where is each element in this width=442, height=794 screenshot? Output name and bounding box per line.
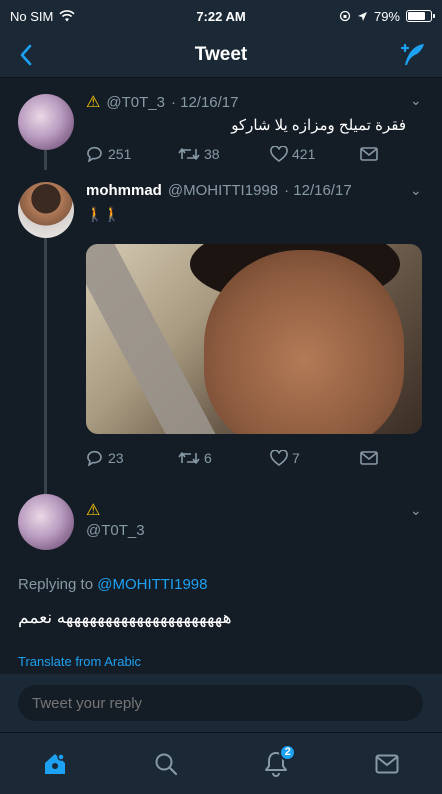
- tab-notifications[interactable]: 2: [254, 742, 298, 786]
- tweet-header: mohmmad @MOHITTI1998 · 12/16/17: [86, 182, 352, 199]
- tab-messages[interactable]: [365, 742, 409, 786]
- tweet-header: ⚠ @T0T_3 · 12/16/17: [86, 92, 239, 112]
- like-button[interactable]: 421: [270, 146, 360, 162]
- thread-connector: [44, 216, 47, 496]
- tweet-text: فقرة تميلح ومزازه يلا شاركو: [231, 117, 406, 134]
- dm-share-button[interactable]: [360, 147, 378, 161]
- reply-icon: [87, 146, 102, 162]
- search-icon: [155, 753, 177, 775]
- page-title: Tweet: [194, 43, 248, 65]
- reply-bar: [0, 674, 442, 732]
- reply-count: 251: [108, 146, 132, 162]
- heart-icon: [270, 146, 288, 162]
- retweet-count: 6: [204, 450, 212, 466]
- tweet-text: هههههههههههههههههههههه نعمم: [18, 608, 232, 627]
- tab-bar: 2: [0, 732, 442, 794]
- retweet-button[interactable]: 38: [178, 146, 270, 162]
- avatar[interactable]: [18, 94, 74, 150]
- status-bar: No SIM 7:22 AM 79%: [0, 0, 442, 32]
- back-button[interactable]: [12, 40, 40, 70]
- carrier-label: No SIM: [10, 8, 54, 24]
- warning-icon: ⚠: [86, 502, 101, 519]
- status-right: 79%: [282, 8, 435, 24]
- battery-percent: 79%: [373, 8, 400, 24]
- photo-face: [204, 250, 404, 434]
- chevron-left-icon: [20, 44, 32, 66]
- retweet-count: 38: [204, 146, 220, 162]
- tweet-actions: 251 38 421: [86, 146, 378, 162]
- tab-search[interactable]: [144, 742, 188, 786]
- nav-bar: Tweet: [0, 32, 442, 78]
- chevron-down-icon[interactable]: ⌄: [410, 502, 422, 519]
- dm-share-button[interactable]: [360, 451, 378, 465]
- warning-icon: ⚠: [86, 94, 101, 111]
- rotation-lock-icon: [339, 10, 351, 22]
- battery-icon: [406, 10, 435, 22]
- tweet-handle[interactable]: @T0T_3: [86, 522, 145, 539]
- retweet-icon: [178, 148, 200, 160]
- conversation-thread: ⚠ @T0T_3 · 12/16/17 ⌄ فقرة تميلح ومزازه …: [0, 78, 442, 674]
- wifi-icon: [59, 10, 75, 22]
- reply-button[interactable]: 251: [86, 146, 178, 162]
- tweet-handle[interactable]: @T0T_3: [106, 94, 165, 111]
- like-count: 421: [292, 146, 316, 162]
- home-icon: [45, 752, 66, 774]
- tweet-date: · 12/16/17: [284, 182, 352, 199]
- retweet-button[interactable]: 6: [178, 450, 270, 466]
- reply-icon: [87, 450, 102, 466]
- compose-button[interactable]: [396, 39, 430, 71]
- reply-count: 23: [108, 450, 124, 466]
- tweet-display-name[interactable]: mohmmad: [86, 182, 162, 199]
- location-icon: [357, 11, 367, 21]
- replying-to-link[interactable]: @MOHITTI1998: [97, 576, 207, 593]
- reply-button[interactable]: 23: [86, 450, 178, 466]
- like-count: 7: [292, 450, 300, 466]
- replying-to-prefix: Replying to: [18, 576, 94, 593]
- tweet-header: ⚠: [86, 500, 100, 520]
- tweet-actions: 23 6 7: [86, 450, 378, 466]
- tweet-date: · 12/16/17: [170, 93, 239, 111]
- tweet-handle[interactable]: @MOHITTI1998: [168, 182, 278, 199]
- status-left: No SIM: [10, 9, 160, 24]
- avatar[interactable]: [18, 494, 74, 550]
- chevron-down-icon[interactable]: ⌄: [410, 182, 422, 199]
- battery-fill: [408, 12, 426, 20]
- mail-icon: [375, 754, 399, 773]
- tab-home[interactable]: [33, 742, 77, 786]
- status-time: 7:22 AM: [196, 8, 246, 24]
- mail-icon: [360, 147, 378, 161]
- heart-icon: [270, 450, 288, 466]
- tweet-text: 🚶🚶: [86, 206, 121, 222]
- reply-input[interactable]: [18, 685, 423, 721]
- tweet-media-photo[interactable]: [86, 244, 422, 434]
- replying-to: Replying to @MOHITTI1998: [18, 576, 207, 593]
- chevron-down-icon[interactable]: ⌄: [410, 92, 422, 109]
- like-button[interactable]: 7: [270, 450, 360, 466]
- compose-feather-icon: [400, 43, 424, 65]
- retweet-icon: [178, 452, 200, 464]
- tweet-header: @T0T_3: [86, 522, 145, 539]
- mail-icon: [360, 451, 378, 465]
- notifications-badge: 2: [279, 743, 297, 761]
- avatar[interactable]: [18, 182, 74, 238]
- translate-link[interactable]: Translate from Arabic: [18, 654, 141, 669]
